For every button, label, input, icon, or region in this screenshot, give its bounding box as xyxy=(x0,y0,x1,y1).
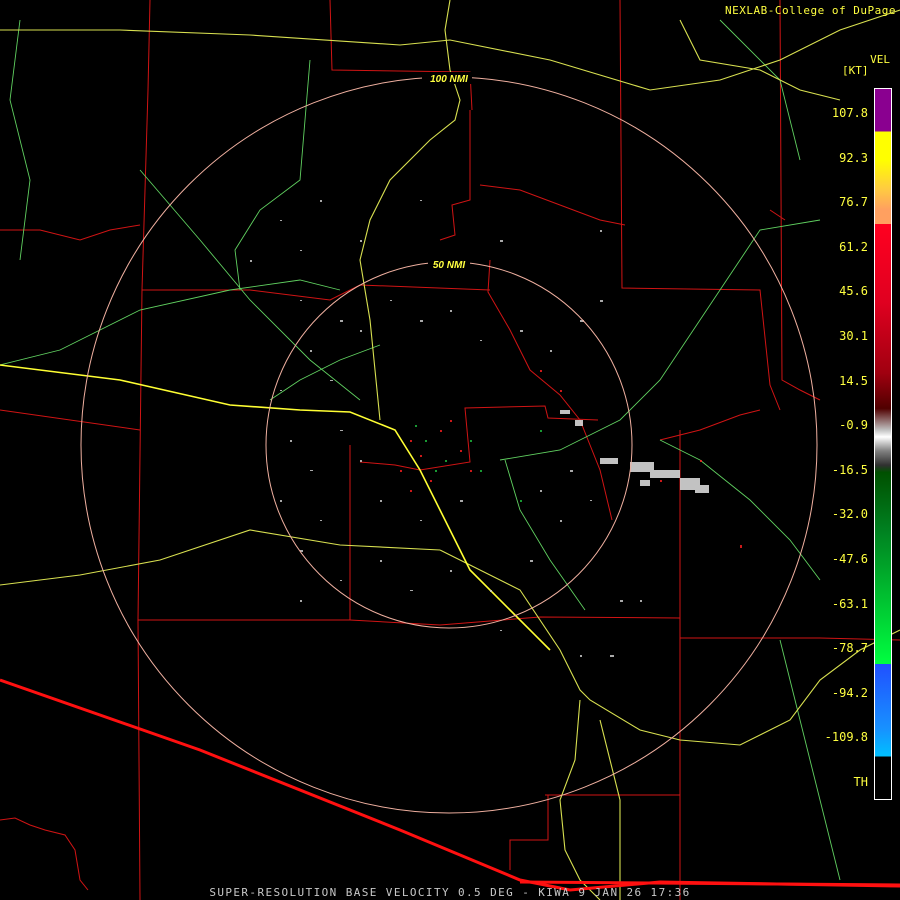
international-border xyxy=(0,678,900,892)
legend-tick: -32.0 xyxy=(831,507,868,522)
roads xyxy=(0,19,841,881)
range-ring-50-label: 50 NMI xyxy=(433,260,465,271)
legend-tick: TH xyxy=(853,775,868,789)
legend-tick: -47.6 xyxy=(831,552,868,566)
legend-tick: -78.7 xyxy=(831,641,868,656)
legend-tick: 61.2 xyxy=(839,239,868,254)
radar-map: 50 NMI 100 NMI xyxy=(0,0,900,900)
credit-text: NEXLAB-College of DuPage xyxy=(725,4,896,17)
range-ring-100 xyxy=(80,76,818,814)
legend-tick: -94.2 xyxy=(831,685,868,700)
legend-tick: -109.8 xyxy=(824,730,868,745)
legend-tick: -0.9 xyxy=(839,418,868,433)
legend-tick: 30.1 xyxy=(839,329,868,343)
velocity-colorbar xyxy=(874,88,892,800)
county-boundaries xyxy=(0,0,900,900)
legend-tick: 76.7 xyxy=(839,195,868,210)
product-caption: SUPER-RESOLUTION BASE VELOCITY 0.5 DEG -… xyxy=(209,886,691,899)
highways xyxy=(0,0,900,900)
legend-tick: 14.5 xyxy=(839,373,868,388)
legend-tick: -16.5 xyxy=(831,462,868,477)
range-rings xyxy=(80,76,818,814)
range-ring-100-label: 100 NMI xyxy=(430,74,468,85)
legend-product-label: VEL xyxy=(870,53,890,66)
border-segment xyxy=(519,880,900,887)
range-ring-50 xyxy=(265,261,633,629)
legend-tick: 92.3 xyxy=(839,150,868,165)
legend-tick: 107.8 xyxy=(831,106,868,120)
legend-tick: 45.6 xyxy=(839,284,868,299)
legend-unit-label: [KT] xyxy=(842,64,869,77)
legend-tick: -63.1 xyxy=(831,596,868,611)
